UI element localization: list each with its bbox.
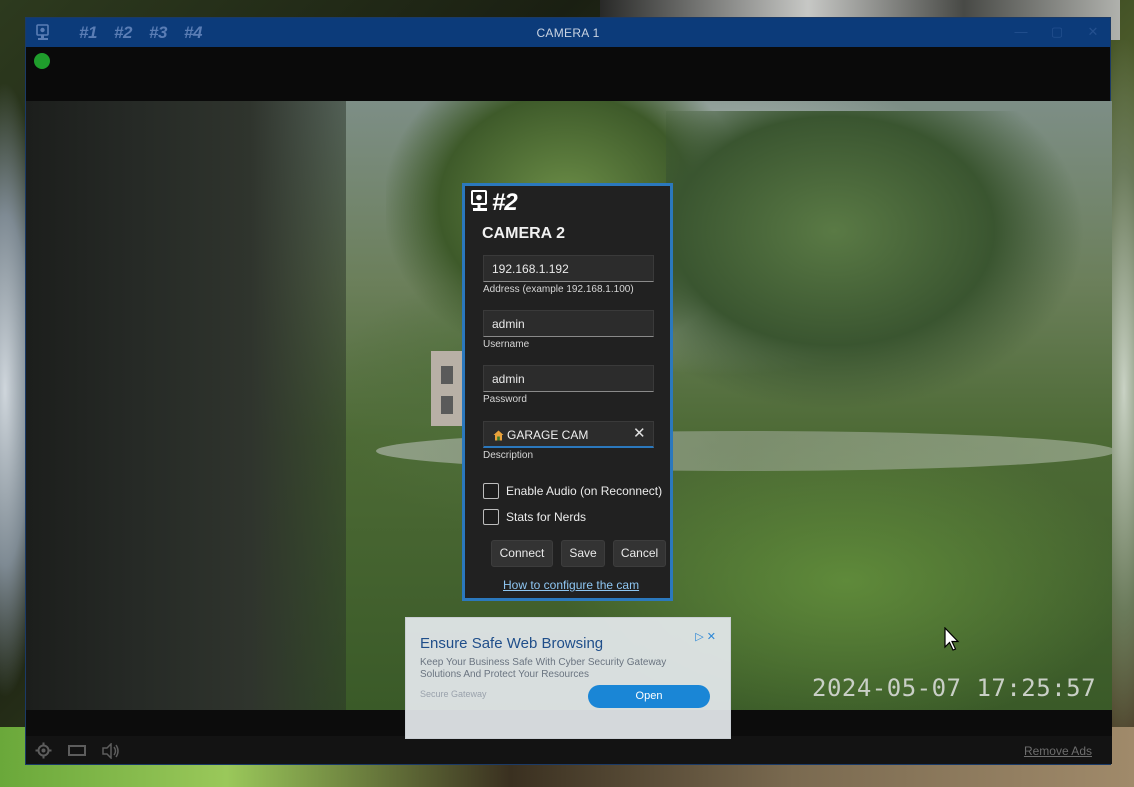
save-button[interactable]: Save <box>561 540 605 567</box>
speaker-icon[interactable] <box>102 743 120 759</box>
camera-icon <box>471 190 487 211</box>
clear-icon[interactable]: ✕ <box>633 424 646 442</box>
address-label: Address (example 192.168.1.100) <box>483 284 634 295</box>
enable-audio-label: Enable Audio (on Reconnect) <box>506 484 663 498</box>
mouse-cursor-icon <box>944 627 960 651</box>
camera-app-icon[interactable] <box>36 24 52 41</box>
checkbox-box[interactable] <box>483 483 499 499</box>
cancel-button[interactable]: Cancel <box>613 540 666 567</box>
video-timestamp: 2024-05-07 17:25:57 <box>812 674 1097 702</box>
tab-camera-3[interactable]: #3 <box>149 23 167 43</box>
window-controls: — ▢ ✕ <box>1010 22 1104 42</box>
address-input[interactable] <box>483 255 654 282</box>
password-input[interactable] <box>483 365 654 392</box>
ad-open-button[interactable]: Open <box>588 685 710 708</box>
title-bar[interactable]: #1 #2 #3 #4 CAMERA 1 — ▢ ✕ <box>26 18 1110 47</box>
ad-body: Keep Your Business Safe With Cyber Secur… <box>420 657 667 680</box>
help-link[interactable]: How to configure the cam <box>503 578 639 592</box>
connection-status-indicator <box>34 53 50 69</box>
ad-title[interactable]: Ensure Safe Web Browsing <box>420 635 603 652</box>
house-icon <box>493 430 504 441</box>
video-obstruction <box>26 101 346 712</box>
username-label: Username <box>483 339 530 350</box>
gear-icon[interactable] <box>35 742 52 759</box>
maximize-button[interactable]: ▢ <box>1046 22 1068 42</box>
tab-camera-4[interactable]: #4 <box>184 23 202 43</box>
password-label: Password <box>483 394 527 405</box>
ad-source: Secure Gateway <box>420 689 487 699</box>
bottom-toolbar-strip <box>26 736 1112 764</box>
ad-choices-icon[interactable]: ▷ ✕ <box>695 630 716 643</box>
connect-button[interactable]: Connect <box>491 540 553 567</box>
advertisement-banner[interactable]: Ensure Safe Web Browsing Keep Your Busin… <box>405 617 731 739</box>
username-input[interactable] <box>483 310 654 337</box>
video-tree <box>666 111 1086 411</box>
description-value: GARAGE CAM <box>507 428 589 442</box>
dialog-title: CAMERA 2 <box>482 225 565 242</box>
close-button[interactable]: ✕ <box>1082 22 1104 42</box>
screen-icon[interactable] <box>68 745 86 756</box>
checkbox-box[interactable] <box>483 509 499 525</box>
camera-settings-dialog: #2 CAMERA 2 Address (example 192.168.1.1… <box>462 183 673 601</box>
stats-for-nerds-checkbox[interactable]: Stats for Nerds <box>483 509 586 525</box>
tab-camera-1[interactable]: #1 <box>79 23 97 43</box>
description-label: Description <box>483 450 534 461</box>
tab-camera-2[interactable]: #2 <box>114 23 132 43</box>
minimize-button[interactable]: — <box>1010 22 1032 42</box>
remove-ads-link[interactable]: Remove Ads <box>1024 744 1092 758</box>
enable-audio-checkbox[interactable]: Enable Audio (on Reconnect) <box>483 483 662 499</box>
dialog-camera-number: #2 <box>492 189 518 216</box>
stats-for-nerds-label: Stats for Nerds <box>506 510 587 524</box>
